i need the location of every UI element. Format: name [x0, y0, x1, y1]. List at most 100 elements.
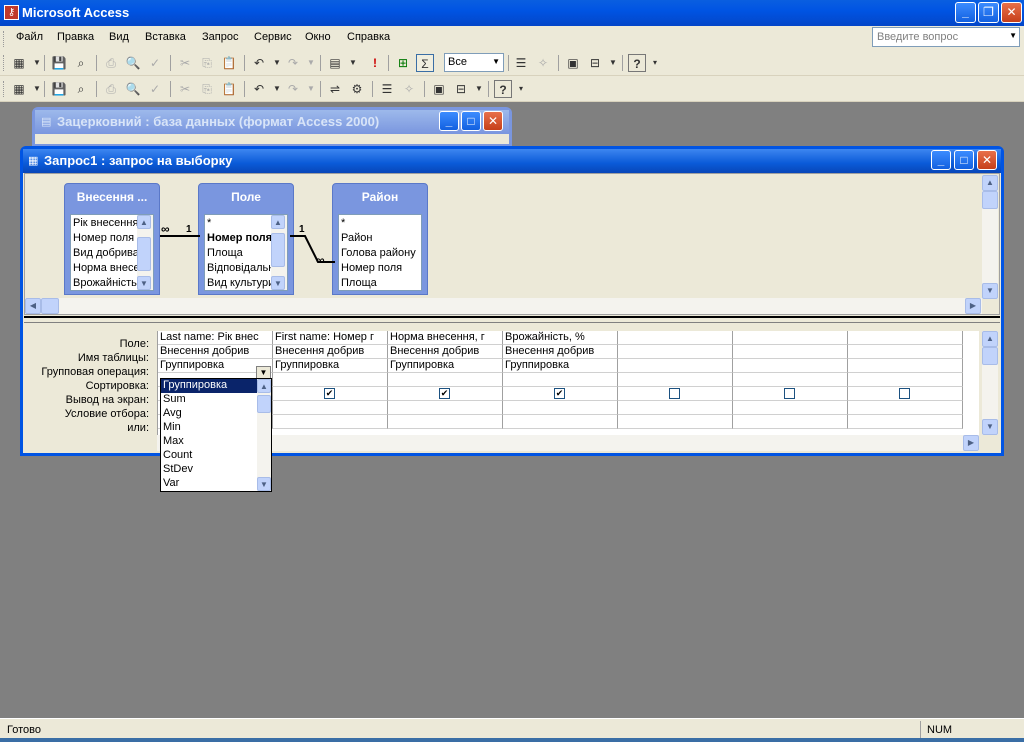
show-checkbox[interactable]	[784, 388, 795, 399]
menu-window[interactable]: Окно	[305, 31, 331, 43]
restore-button[interactable]: ❐	[978, 2, 999, 23]
dropdown-option[interactable]: Var	[161, 477, 257, 491]
grid-cell-show[interactable]: ✔	[503, 387, 618, 401]
pane-splitter[interactable]	[24, 316, 1000, 323]
query-type-dropdown-icon[interactable]: ▼	[344, 54, 362, 72]
menu-file[interactable]: Файл	[16, 31, 43, 43]
scroll-thumb[interactable]	[257, 395, 271, 413]
grid-cell-or[interactable]	[618, 415, 733, 429]
search-icon[interactable]: ⌕	[72, 80, 90, 98]
grid-cell-field[interactable]: Норма внесення, г	[388, 331, 503, 345]
dropdown-option[interactable]: Группировка	[161, 379, 257, 393]
scroll-right-icon[interactable]: ▶	[963, 435, 979, 451]
table-box-raion[interactable]: Район * Район Голова району Номер поля П…	[332, 183, 428, 295]
scroll-up-icon[interactable]: ▲	[982, 175, 998, 191]
db-maximize-button[interactable]: □	[461, 111, 481, 131]
field-list[interactable]: * Район Голова району Номер поля Площа	[338, 214, 422, 291]
db-minimize-button[interactable]: _	[439, 111, 459, 131]
grid-cell-criteria[interactable]	[618, 401, 733, 415]
view-icon[interactable]: ▦	[10, 80, 28, 98]
show-checkbox[interactable]: ✔	[324, 388, 335, 399]
menu-grip[interactable]	[3, 31, 6, 47]
grid-cell-show[interactable]	[733, 387, 848, 401]
copy-icon[interactable]: ⎘	[198, 80, 216, 98]
close-button[interactable]: ✕	[1001, 2, 1022, 23]
undo-icon[interactable]: ↶	[250, 80, 268, 98]
top-values-combo[interactable]: Все ▼	[444, 53, 504, 72]
grid-vscroll[interactable]: ▲ ▼	[982, 331, 998, 435]
grid-cell-table[interactable]: Внесення добрив	[158, 345, 273, 359]
help-icon[interactable]: ?	[494, 80, 512, 98]
field-item[interactable]: Площа	[339, 277, 421, 290]
query-minimize-button[interactable]: _	[931, 150, 951, 170]
grid-cell-field[interactable]: First name: Номер г	[273, 331, 388, 345]
build-icon[interactable]: ✧	[400, 80, 418, 98]
grid-cell-show[interactable]	[848, 387, 963, 401]
print-preview-icon[interactable]: 🔍	[124, 80, 142, 98]
database-window[interactable]: ▤ Зацерковний : база данных (формат Acce…	[32, 107, 512, 147]
grid-cell-sort[interactable]	[618, 373, 733, 387]
analyze-icon[interactable]: ⚙	[348, 80, 366, 98]
grid-cell-show[interactable]: ✔	[273, 387, 388, 401]
database-window-icon[interactable]: ▣	[430, 80, 448, 98]
properties-icon[interactable]: ☰	[378, 80, 396, 98]
grid-cell-table[interactable]	[733, 345, 848, 359]
show-checkbox[interactable]: ✔	[439, 388, 450, 399]
new-object-icon[interactable]: ⊟	[586, 54, 604, 72]
grid-cell-or[interactable]	[388, 415, 503, 429]
paste-icon[interactable]: 📋	[220, 54, 238, 72]
dropdown-option[interactable]: Avg	[161, 407, 257, 421]
menu-query[interactable]: Запрос	[202, 31, 238, 43]
help-icon[interactable]: ?	[628, 54, 646, 72]
grid-cell-show[interactable]	[618, 387, 733, 401]
scroll-up-icon[interactable]: ▲	[257, 379, 271, 393]
grid-cell-group[interactable]: Группировка	[388, 359, 503, 373]
database-window-icon[interactable]: ▣	[564, 54, 582, 72]
dropdown-option[interactable]: Max	[161, 435, 257, 449]
grid-cell-criteria[interactable]	[503, 401, 618, 415]
new-object-dropdown-icon[interactable]: ▼	[470, 80, 488, 98]
grid-cell-criteria[interactable]	[388, 401, 503, 415]
grid-cell-table[interactable]: Внесення добрив	[503, 345, 618, 359]
dropdown-option[interactable]: Sum	[161, 393, 257, 407]
redo-icon[interactable]: ↷	[284, 54, 302, 72]
grid-cell-field[interactable]	[848, 331, 963, 345]
grid-cell-sort[interactable]	[273, 373, 388, 387]
scroll-thumb[interactable]	[982, 191, 998, 209]
scroll-down-icon[interactable]: ▼	[982, 419, 998, 435]
scroll-down-icon[interactable]: ▼	[982, 283, 998, 299]
grid-cell-table[interactable]	[848, 345, 963, 359]
grid-cell-group[interactable]	[848, 359, 963, 373]
field-item[interactable]: Район	[339, 232, 421, 247]
field-item[interactable]: *	[339, 217, 421, 232]
cut-icon[interactable]: ✂	[176, 80, 194, 98]
query-type-icon[interactable]: ▤	[326, 54, 344, 72]
ask-question-input[interactable]: Введите вопрос ▼	[872, 27, 1020, 47]
query-close-button[interactable]: ✕	[977, 150, 997, 170]
scroll-thumb[interactable]	[982, 347, 998, 365]
scroll-down-icon[interactable]: ▼	[271, 276, 285, 290]
save-icon[interactable]: 💾	[50, 54, 68, 72]
scroll-thumb[interactable]	[41, 298, 59, 314]
table-pane-vscroll[interactable]: ▲ ▼	[982, 175, 998, 299]
grid-cell-show[interactable]: ✔	[388, 387, 503, 401]
minimize-button[interactable]: _	[955, 2, 976, 23]
grid-cell-field[interactable]: Врожайність, %	[503, 331, 618, 345]
grid-cell-field[interactable]: Last name: Рік внес	[158, 331, 273, 345]
field-list-scrollbar[interactable]: ▲ ▼	[137, 215, 153, 290]
menu-help[interactable]: Справка	[347, 31, 390, 43]
grid-cell-or[interactable]	[503, 415, 618, 429]
grid-cell-sort[interactable]	[503, 373, 618, 387]
query-window-title-bar[interactable]: ▦ Запрос1 : запрос на выборку _ □ ✕	[23, 149, 1001, 173]
scroll-down-icon[interactable]: ▼	[257, 477, 271, 491]
view-icon[interactable]: ▦	[10, 54, 28, 72]
menu-edit[interactable]: Правка	[57, 31, 94, 43]
redo-dropdown-icon[interactable]: ▼	[302, 54, 320, 72]
relationships-icon[interactable]: ⇌	[326, 80, 344, 98]
grid-cell-or[interactable]	[848, 415, 963, 429]
grid-cell-criteria[interactable]	[848, 401, 963, 415]
field-list[interactable]: Рік внесення Номер поля Вид добрива Норм…	[70, 214, 154, 291]
paste-icon[interactable]: 📋	[220, 80, 238, 98]
scroll-down-icon[interactable]: ▼	[137, 276, 151, 290]
new-object-icon[interactable]: ⊟	[452, 80, 470, 98]
